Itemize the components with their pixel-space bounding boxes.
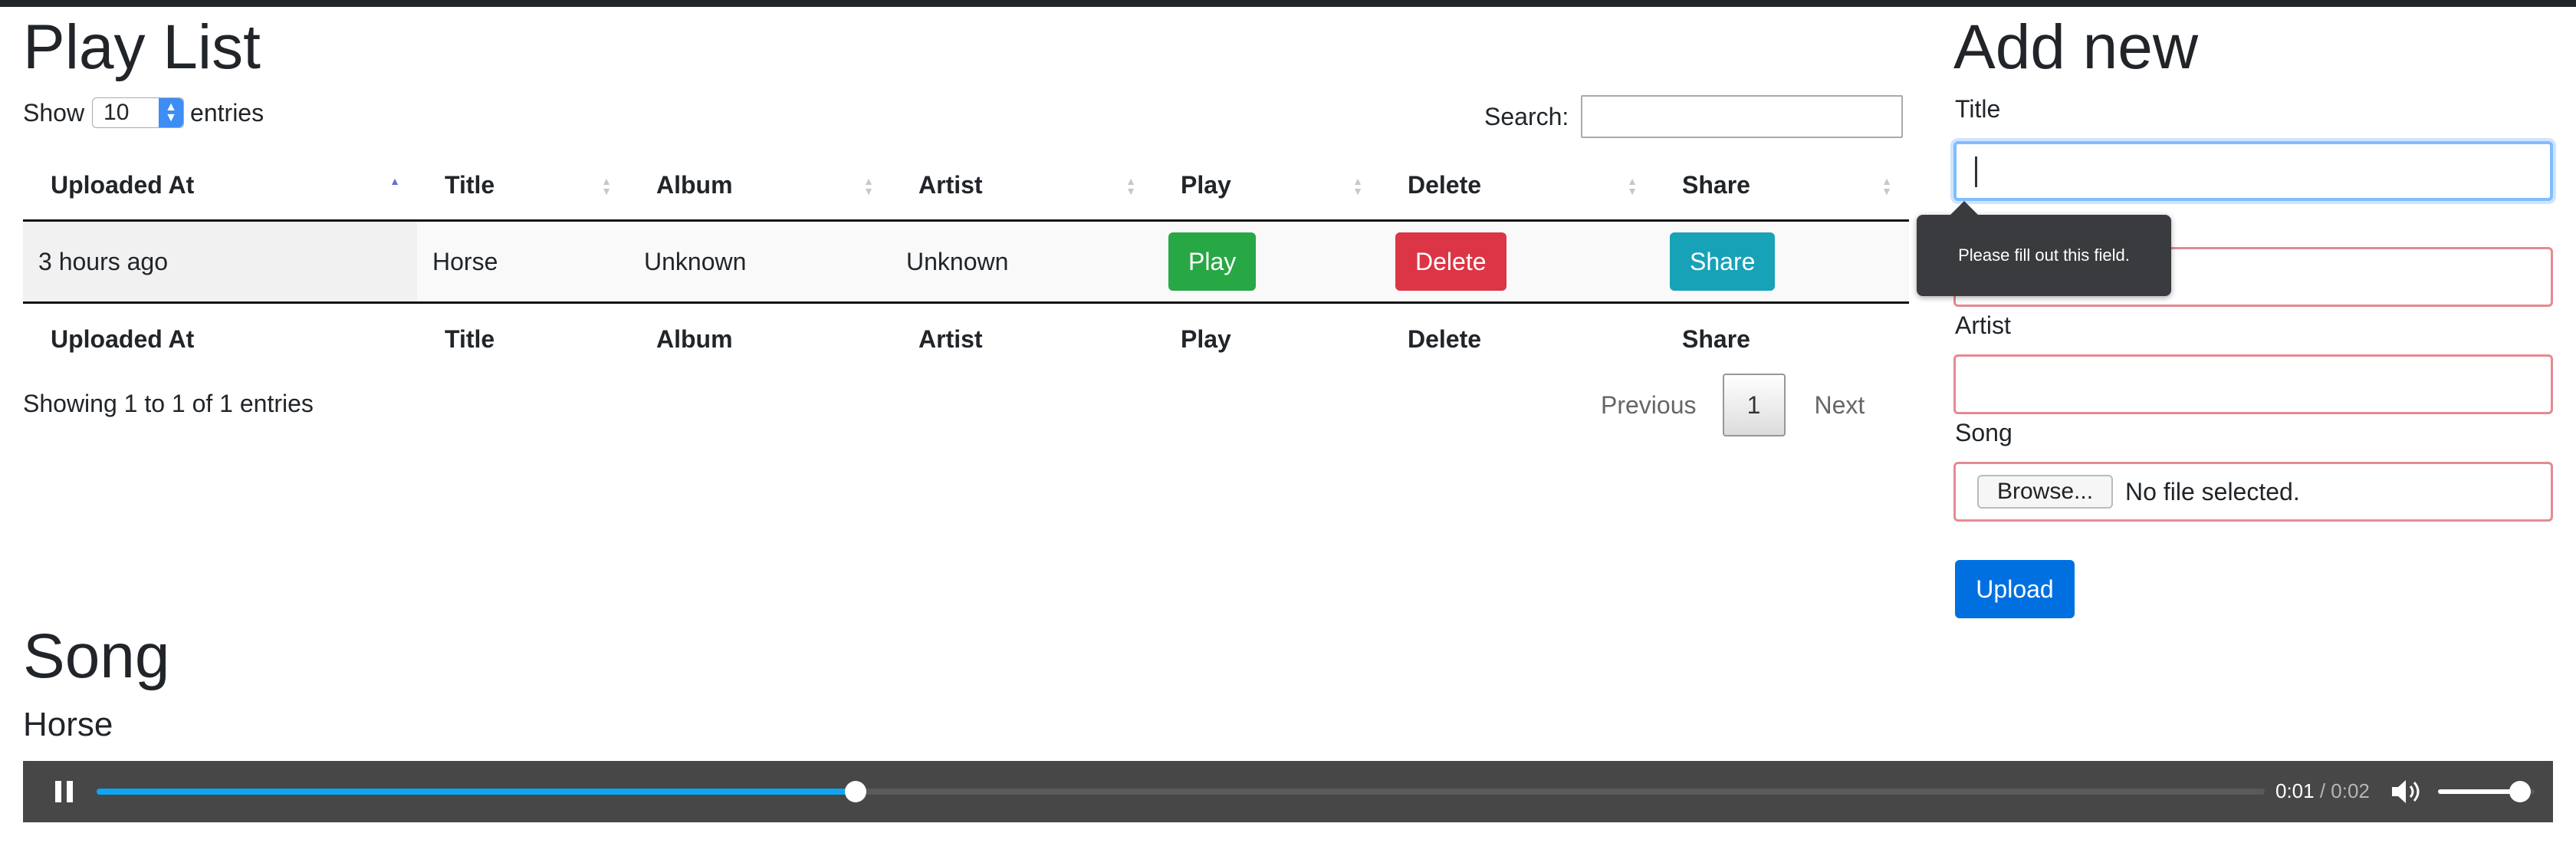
footer-title: Title <box>417 301 629 374</box>
pause-icon[interactable] <box>54 781 75 802</box>
entries-per-page-select[interactable]: 10 ▲ ▼ <box>92 97 185 128</box>
table-search: Search: <box>1484 94 1904 140</box>
add-new-heading: Add new <box>1953 12 2199 82</box>
progress-fill <box>97 789 856 795</box>
footer-uploaded-at: Uploaded At <box>23 301 417 374</box>
cell-album: Unknown <box>629 220 891 303</box>
sort-asc-icon: ▲ <box>389 175 400 187</box>
footer-play: Play <box>1153 301 1380 374</box>
sort-icon: ▲ ▼ <box>601 175 612 197</box>
cell-artist: Unknown <box>891 220 1153 303</box>
next-page-button[interactable]: Next <box>1815 391 1865 420</box>
volume-thumb[interactable] <box>2509 781 2532 802</box>
playlist-heading: Play List <box>23 12 261 82</box>
song-heading: Song <box>23 621 170 691</box>
sort-icon: ▲ ▼ <box>1881 175 1892 197</box>
table-row: 3 hours ago Horse Unknown Unknown Play D… <box>23 220 1909 303</box>
playlist-table: Uploaded At ▲ Title ▲ ▼ Album ▲ ▼ Artist ▲ ▼ Pl… <box>23 150 1909 374</box>
column-header-play[interactable]: Play ▲ ▼ <box>1153 150 1380 222</box>
upload-button[interactable]: Upload <box>1955 560 2075 618</box>
length-menu-suffix: entries <box>190 98 264 127</box>
audio-player: 0:01 / 0:02 <box>23 761 2553 822</box>
song-file-input[interactable]: Browse... No file selected. <box>1953 462 2553 522</box>
cell-delete: Delete <box>1380 220 1654 303</box>
search-label: Search: <box>1484 102 1569 130</box>
select-arrows-icon: ▲ ▼ <box>159 98 184 127</box>
progress-bar[interactable] <box>97 781 2265 802</box>
column-header-delete[interactable]: Delete ▲ ▼ <box>1380 150 1654 222</box>
volume-fill <box>2438 789 2521 794</box>
text-caret <box>1975 156 1977 187</box>
sort-icon: ▲ ▼ <box>1627 175 1638 197</box>
footer-delete: Delete <box>1380 301 1654 374</box>
validation-message: Please fill out this field. <box>1958 245 2130 265</box>
title-input[interactable] <box>1953 141 2553 201</box>
search-input[interactable] <box>1581 95 1904 138</box>
artist-input[interactable] <box>1953 354 2553 414</box>
table-footer-row: Uploaded At Title Album Artist Play Dele… <box>23 301 1909 374</box>
play-button[interactable]: Play <box>1168 232 1257 291</box>
pagination: Previous 1 Next <box>1601 373 1865 437</box>
cell-share: Share <box>1654 220 1909 303</box>
title-label: Title <box>1955 95 2001 123</box>
time-separator: / <box>2314 779 2331 802</box>
progress-thumb[interactable] <box>844 781 866 802</box>
share-button[interactable]: Share <box>1670 232 1776 291</box>
sort-icon: ▲ ▼ <box>1352 175 1363 197</box>
table-info: Showing 1 to 1 of 1 entries <box>23 390 314 417</box>
entries-per-page-value: 10 <box>104 100 130 125</box>
song-name: Horse <box>23 706 113 743</box>
column-header-uploaded-at[interactable]: Uploaded At ▲ <box>23 150 417 222</box>
top-bar <box>0 0 2576 7</box>
volume-slider[interactable] <box>2438 781 2535 802</box>
cell-title: Horse <box>417 220 629 303</box>
cell-uploaded-at: 3 hours ago <box>23 220 417 303</box>
delete-button[interactable]: Delete <box>1395 232 1506 291</box>
table-header-row: Uploaded At ▲ Title ▲ ▼ Album ▲ ▼ Artist ▲ ▼ Pl… <box>23 150 1909 222</box>
page-1-button[interactable]: 1 <box>1722 374 1786 436</box>
current-time: 0:01 <box>2275 779 2315 802</box>
footer-artist: Artist <box>891 301 1153 374</box>
column-header-album[interactable]: Album ▲ ▼ <box>629 150 891 222</box>
duration: 0:02 <box>2331 779 2370 802</box>
file-status: No file selected. <box>2125 477 2300 506</box>
length-menu: Show 10 ▲ ▼ entries <box>23 95 264 130</box>
artist-label: Artist <box>1955 311 2011 339</box>
cell-play: Play <box>1153 220 1380 303</box>
volume-icon[interactable] <box>2390 778 2424 805</box>
sort-icon: ▲ ▼ <box>863 175 874 197</box>
length-menu-prefix: Show <box>23 98 85 127</box>
column-header-artist[interactable]: Artist ▲ ▼ <box>891 150 1153 222</box>
validation-tooltip: Please fill out this field. <box>1917 201 2171 296</box>
footer-album: Album <box>629 301 891 374</box>
sort-icon: ▲ ▼ <box>1125 175 1136 197</box>
time-display: 0:01 / 0:02 <box>2275 779 2370 803</box>
column-header-share[interactable]: Share ▲ ▼ <box>1654 150 1909 222</box>
browse-button[interactable]: Browse... <box>1977 475 2114 509</box>
footer-share: Share <box>1654 301 1909 374</box>
song-label: Song <box>1955 419 2013 446</box>
previous-page-button[interactable]: Previous <box>1601 391 1697 420</box>
column-header-title[interactable]: Title ▲ ▼ <box>417 150 629 222</box>
